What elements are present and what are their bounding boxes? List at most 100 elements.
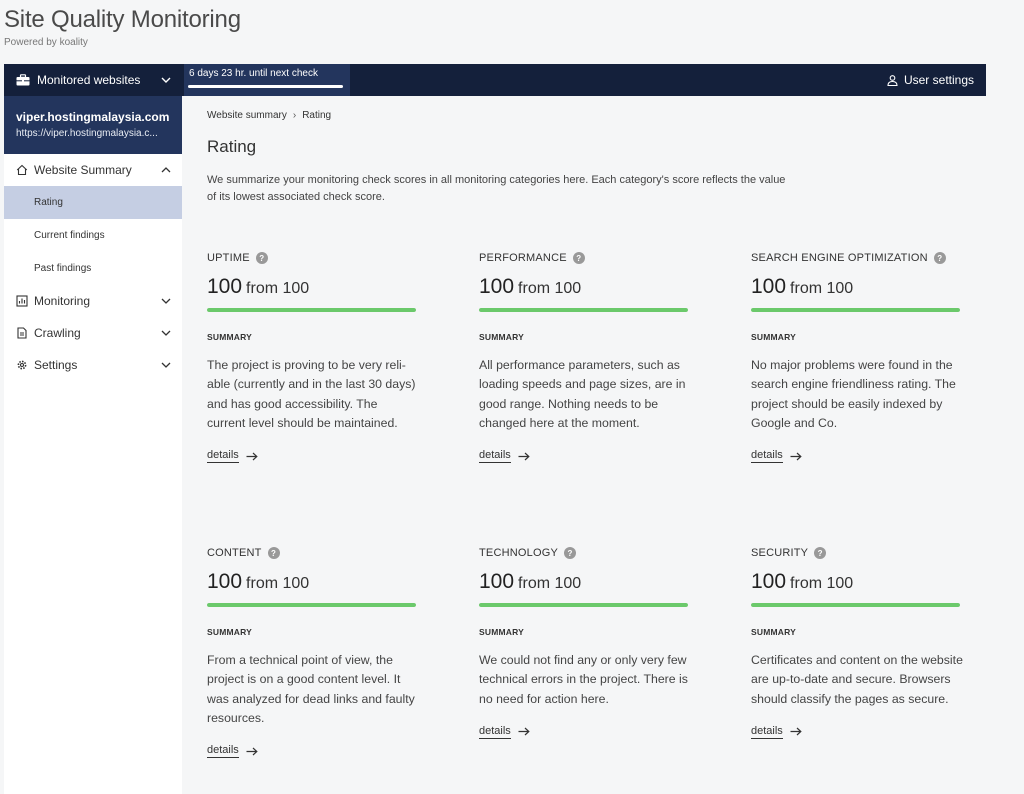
next-check-indicator: 6 days 23 hr. until next check	[184, 64, 350, 96]
summary-label: SUMMARY	[207, 332, 252, 342]
details-link[interactable]: details	[751, 725, 802, 739]
category-name: TECHNOLOGY	[479, 547, 559, 559]
details-link[interactable]: details	[479, 725, 530, 739]
help-icon[interactable]: ?	[564, 547, 577, 559]
category-title: CONTENT?	[207, 547, 417, 559]
rating-card-security: SECURITY? 100 from 100 SUMMARY Certificates …	[751, 547, 963, 739]
arrow-right-icon	[518, 727, 530, 736]
site-url: https://viper.hostingmalaysia.c...	[16, 128, 158, 139]
summary-text: The project is proving to be very reli­a…	[207, 358, 416, 430]
nav-current-findings[interactable]: Current findings	[4, 219, 182, 252]
nav-website-summary[interactable]: Website Summary	[4, 154, 182, 186]
score-value: 100	[479, 275, 515, 298]
details-link[interactable]: details	[479, 449, 530, 464]
score-bar-fill	[207, 603, 416, 607]
category-title: TECHNOLOGY?	[479, 547, 689, 559]
arrow-right-icon	[246, 452, 258, 461]
score-value: 100	[751, 275, 787, 298]
page-description: We summarize your monitoring check score…	[207, 174, 786, 203]
chevron-up-icon	[161, 167, 171, 173]
rating-card-content: CONTENT? 100 from 100 SUMMARY From a technic…	[207, 547, 417, 759]
rating-card-technology: TECHNOLOGY? 100 from 100 SUMMARY We could no…	[479, 547, 689, 739]
score-bar	[751, 308, 960, 312]
document-icon	[17, 327, 27, 339]
summary-label: SUMMARY	[479, 332, 524, 342]
summary-label: SUMMARY	[479, 627, 524, 637]
nav-monitoring[interactable]: Monitoring	[4, 285, 182, 317]
nav-crawling-label: Crawling	[34, 326, 81, 340]
score-from: from 100	[246, 280, 310, 297]
summary-text: No major problems were found in the sear…	[751, 358, 956, 430]
score-bar-fill	[751, 603, 960, 607]
rating-card-uptime: UPTIME? 100 from 100 SUMMARY The project is …	[207, 252, 417, 464]
arrow-right-icon	[790, 727, 802, 736]
help-icon[interactable]: ?	[255, 252, 268, 264]
score-line: 100 from 100	[751, 275, 961, 299]
score-value: 100	[207, 275, 243, 298]
app-subtitle: Powered by koality	[4, 37, 88, 48]
category-title: UPTIME?	[207, 252, 417, 264]
nav-monitoring-label: Monitoring	[34, 294, 91, 308]
rating-card-seo: SEARCH ENGINE OPTIMIZATION? 100 from 100 SU…	[751, 252, 961, 464]
selected-website[interactable]: viper.hostingmalaysia.com https://viper.…	[4, 96, 182, 154]
score-bar-fill	[479, 308, 688, 312]
rating-card-performance: PERFORMANCE? 100 from 100 SUMMARY All perfor…	[479, 252, 689, 464]
category-name: CONTENT	[207, 547, 262, 559]
user-icon	[887, 74, 898, 86]
details-label: details	[207, 449, 239, 464]
help-icon[interactable]: ?	[267, 547, 280, 559]
details-link[interactable]: details	[751, 449, 802, 464]
arrow-right-icon	[246, 747, 258, 756]
score-bar-fill	[751, 308, 960, 312]
score-from: from 100	[790, 575, 854, 592]
summary-label: SUMMARY	[751, 627, 796, 637]
summary-text: We could not find any or only very few t…	[479, 653, 688, 706]
score-bar	[479, 603, 688, 607]
score-bar	[751, 603, 960, 607]
details-label: details	[751, 449, 783, 464]
arrow-right-icon	[790, 452, 802, 461]
page-title: Rating	[207, 137, 257, 156]
nav-crawling[interactable]: Crawling	[4, 317, 182, 349]
help-icon[interactable]: ?	[933, 252, 946, 264]
summary-label: SUMMARY	[751, 332, 796, 342]
breadcrumb: Website summary › Rating	[207, 110, 331, 121]
chevron-down-icon	[161, 330, 171, 336]
help-icon[interactable]: ?	[572, 252, 585, 264]
category-title: SEARCH ENGINE OPTIMIZATION?	[751, 252, 961, 264]
score-line: 100 from 100	[479, 570, 689, 594]
arrow-right-icon	[518, 452, 530, 461]
briefcase-icon	[16, 74, 30, 86]
user-settings-button[interactable]: User settings	[887, 64, 974, 96]
summary-text: From a technical point of view, the proj…	[207, 653, 415, 725]
breadcrumb-separator-icon: ›	[292, 110, 297, 121]
score-bar	[479, 308, 688, 312]
nav-settings-label: Settings	[34, 358, 78, 372]
chevron-down-icon	[161, 362, 171, 368]
details-link[interactable]: details	[207, 744, 258, 759]
score-line: 100 from 100	[207, 275, 417, 299]
home-icon	[16, 164, 28, 176]
score-from: from 100	[518, 280, 582, 297]
next-check-progress	[188, 85, 343, 88]
nav-settings[interactable]: Settings	[4, 349, 182, 381]
monitored-websites-button[interactable]: Monitored websites	[4, 64, 182, 96]
chevron-down-icon	[161, 298, 171, 304]
nav-rating[interactable]: Rating	[4, 186, 182, 219]
next-check-label: 6 days 23 hr. until next check	[189, 68, 318, 79]
summary-text: Certificates and content on the web­site…	[751, 653, 963, 706]
breadcrumb-rating: Rating	[302, 110, 332, 121]
nav-past-findings[interactable]: Past findings	[4, 252, 182, 285]
help-icon[interactable]: ?	[814, 547, 827, 559]
score-bar	[207, 603, 416, 607]
breadcrumb-website-summary[interactable]: Website summary	[207, 110, 287, 121]
score-value: 100	[479, 570, 515, 593]
details-label: details	[479, 449, 511, 464]
score-line: 100 from 100	[751, 570, 961, 594]
gear-icon	[17, 360, 27, 370]
details-link[interactable]: details	[207, 449, 258, 464]
top-bar: Monitored websites 6 days 23 hr. until n…	[4, 64, 986, 96]
score-bar-fill	[479, 603, 688, 607]
score-from: from 100	[518, 575, 582, 592]
app-title: Site Quality Monitoring	[4, 6, 241, 33]
